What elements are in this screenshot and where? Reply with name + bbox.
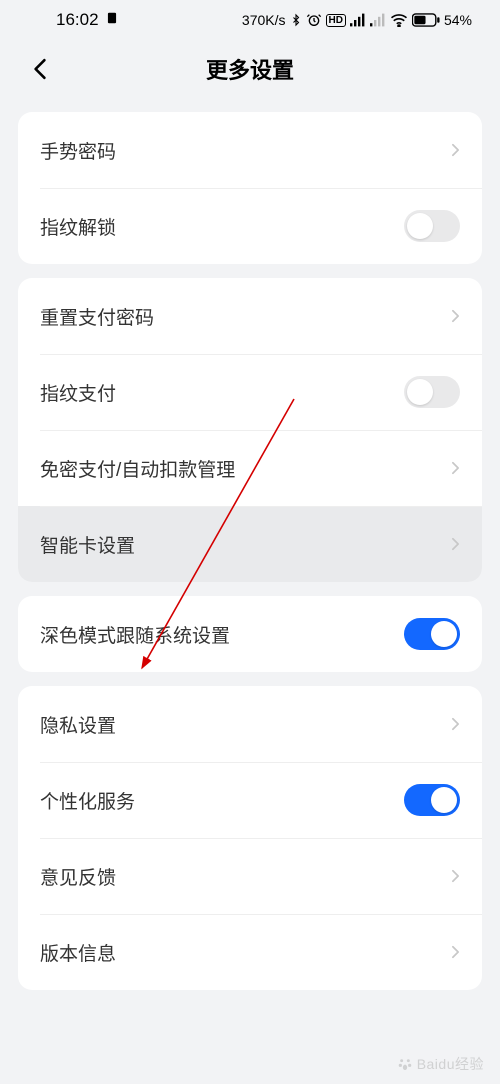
toggle-on[interactable] (404, 784, 460, 816)
row-label: 智能卡设置 (40, 531, 135, 558)
signal-icon (350, 13, 366, 27)
alarm-icon (306, 12, 322, 28)
chevron-right-icon (451, 309, 460, 323)
row-label: 深色模式跟随系统设置 (40, 621, 230, 648)
status-battery: 54% (444, 12, 472, 28)
settings-row[interactable]: 意见反馈 (18, 838, 482, 914)
status-time: 16:02 (56, 10, 99, 30)
hd-icon: HD (326, 14, 346, 27)
settings-list: 手势密码指纹解锁重置支付密码指纹支付免密支付/自动扣款管理智能卡设置深色模式跟随… (0, 112, 500, 990)
header: 更多设置 (0, 40, 500, 98)
bluetooth-icon (290, 12, 302, 28)
row-label: 指纹支付 (40, 379, 116, 406)
settings-row[interactable]: 智能卡设置 (18, 506, 482, 582)
toggle-off[interactable] (404, 210, 460, 242)
toggle-off[interactable] (404, 376, 460, 408)
settings-row: 个性化服务 (18, 762, 482, 838)
status-speed: 370K/s (242, 12, 286, 28)
status-bar: 16:02 370K/s HD 54% (0, 0, 500, 40)
row-label: 意见反馈 (40, 863, 116, 890)
chevron-right-icon (451, 143, 460, 157)
watermark: Baidu经验 (397, 1054, 484, 1074)
row-label: 免密支付/自动扣款管理 (40, 455, 235, 482)
status-indicators: 370K/s HD 54% (242, 12, 472, 28)
settings-row: 指纹支付 (18, 354, 482, 430)
chevron-right-icon (451, 945, 460, 959)
wifi-icon (390, 13, 408, 27)
chevron-right-icon (451, 717, 460, 731)
signal-weak-icon (370, 13, 386, 27)
settings-row[interactable]: 重置支付密码 (18, 278, 482, 354)
row-label: 个性化服务 (40, 787, 135, 814)
sim-icon (105, 10, 119, 30)
settings-group: 手势密码指纹解锁 (18, 112, 482, 264)
settings-group: 重置支付密码指纹支付免密支付/自动扣款管理智能卡设置 (18, 278, 482, 582)
page-title: 更多设置 (206, 53, 294, 85)
settings-row[interactable]: 免密支付/自动扣款管理 (18, 430, 482, 506)
settings-row[interactable]: 隐私设置 (18, 686, 482, 762)
chevron-left-icon (33, 58, 47, 80)
row-label: 版本信息 (40, 939, 116, 966)
row-label: 指纹解锁 (40, 213, 116, 240)
row-label: 手势密码 (40, 137, 116, 164)
settings-row[interactable]: 手势密码 (18, 112, 482, 188)
settings-group: 深色模式跟随系统设置 (18, 596, 482, 672)
back-button[interactable] (20, 49, 60, 89)
battery-icon (412, 13, 440, 27)
settings-group: 隐私设置个性化服务意见反馈版本信息 (18, 686, 482, 990)
chevron-right-icon (451, 869, 460, 883)
toggle-on[interactable] (404, 618, 460, 650)
row-label: 重置支付密码 (40, 303, 154, 330)
settings-row: 指纹解锁 (18, 188, 482, 264)
row-label: 隐私设置 (40, 711, 116, 738)
settings-row[interactable]: 版本信息 (18, 914, 482, 990)
chevron-right-icon (451, 461, 460, 475)
settings-row: 深色模式跟随系统设置 (18, 596, 482, 672)
chevron-right-icon (451, 537, 460, 551)
